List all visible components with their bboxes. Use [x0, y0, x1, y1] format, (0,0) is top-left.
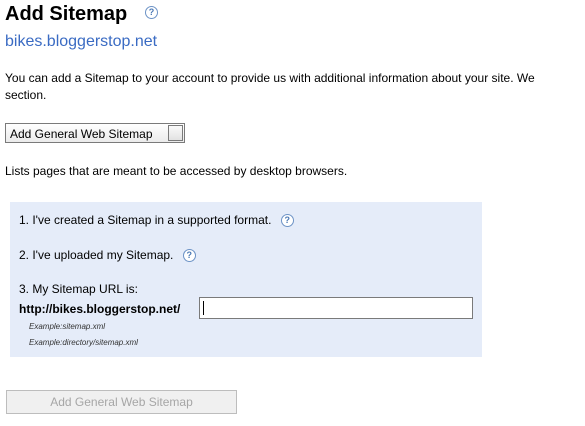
step-2-label: 2. I've uploaded my Sitemap. [19, 248, 174, 262]
sitemap-type-selected: Add General Web Sitemap [10, 127, 153, 141]
help-icon[interactable]: ? [182, 249, 196, 262]
help-icon[interactable]: ? [145, 6, 158, 19]
text-cursor [203, 301, 204, 315]
intro-text: You can add a Sitemap to your account to… [5, 70, 535, 104]
url-example-1: Example:sitemap.xml [29, 322, 106, 331]
sitemap-type-description: Lists pages that are meant to be accesse… [5, 164, 348, 178]
url-example-2: Example:directory/sitemap.xml [29, 338, 138, 347]
step-1-label: 1. I've created a Sitemap in a supported… [19, 213, 272, 227]
help-icon[interactable]: ? [280, 214, 294, 227]
sitemap-url-input[interactable] [199, 297, 473, 319]
step-1: 1. I've created a Sitemap in a supported… [19, 213, 294, 228]
step-3-label: 3. My Sitemap URL is: [19, 282, 138, 296]
step-2: 2. I've uploaded my Sitemap. ? [19, 248, 196, 263]
sitemap-url-prefix: http://bikes.bloggerstop.net/ [19, 302, 181, 316]
dropdown-arrow-icon[interactable] [168, 125, 183, 141]
site-link[interactable]: bikes.bloggerstop.net [5, 33, 157, 51]
add-sitemap-submit-button[interactable]: Add General Web Sitemap [6, 390, 237, 414]
intro-line-1: You can add a Sitemap to your account to… [5, 71, 535, 85]
page-title: Add Sitemap [5, 3, 128, 25]
intro-line-2: section. [5, 88, 47, 102]
sitemap-type-select[interactable]: Add General Web Sitemap [5, 123, 185, 143]
